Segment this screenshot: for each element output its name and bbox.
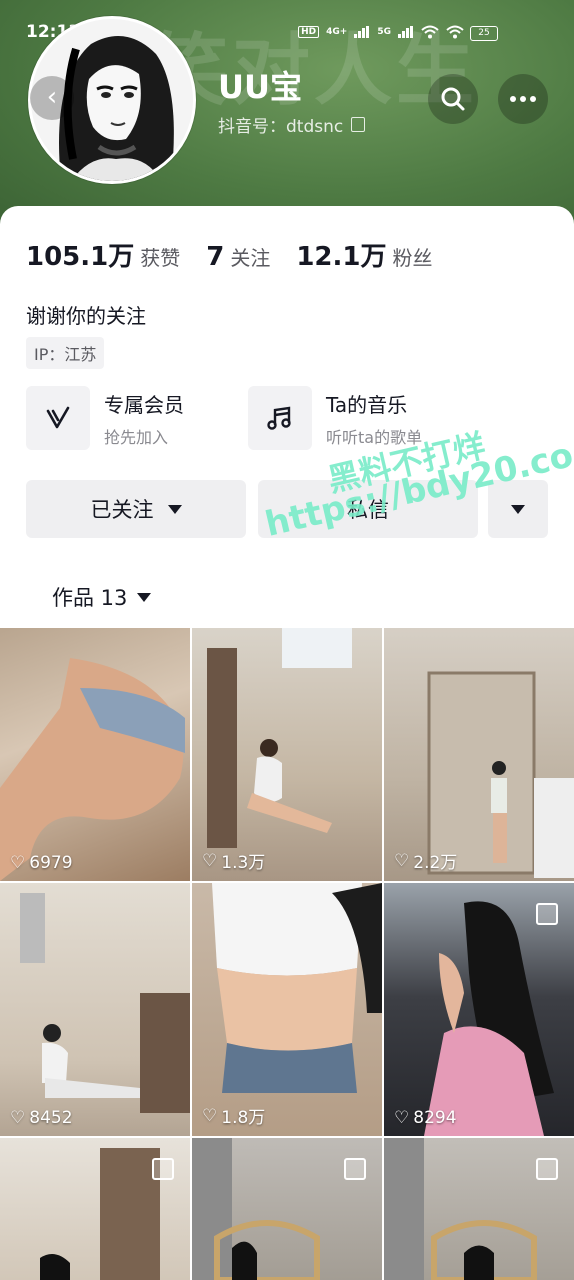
wifi-icon [421,25,439,39]
stats-row: 105.1万 获赞 7 关注 12.1万 粉丝 [26,236,459,273]
likes-badge: ♡ 6979 [10,853,73,873]
feature-subtitle: 听听ta的歌单 [326,427,423,447]
post-thumbnail [20,893,190,1113]
account-id: 抖音号：dtdsnc [218,117,344,137]
followed-button[interactable]: 已关注 [26,480,246,538]
tab-works[interactable]: 作品 13 [52,582,152,612]
heart-icon: ♡ [394,1108,410,1128]
wifi-icon [446,25,464,39]
message-button[interactable]: 私信 [258,480,478,538]
post-tile[interactable]: ♡ 2.2万 [384,628,574,881]
chevron-left-icon: ‹ [46,82,58,112]
post-tile[interactable]: ♡ 1.8万 [192,883,382,1136]
feature-subtitle: 抢先加入 [104,427,169,447]
multi-image-icon [536,903,558,925]
posts-grid: ♡ 6979 ♡ 1.3万 ♡ 2.2万 ♡ 8452 ♡ 1.8万 ♡ 8294 [0,628,574,1280]
music-note-icon [248,386,312,450]
more-button[interactable] [498,74,548,124]
heart-icon: ♡ [10,1108,26,1128]
signal-icon [354,26,370,38]
feature-title: 专属会员 [104,392,184,417]
likes-count: 2.2万 [413,853,458,873]
bio-text: 谢谢你的关注 [26,304,146,328]
copy-icon[interactable] [351,117,366,132]
likes-count: 8452 [29,1108,73,1128]
post-tile[interactable] [0,1138,190,1280]
followed-label: 已关注 [90,498,154,522]
search-icon [441,87,465,111]
likes-count: 6979 [29,853,73,873]
likes-count: 105.1万 [26,242,135,272]
post-tile[interactable] [384,1138,574,1280]
likes-badge: ♡ 8452 [10,1108,73,1128]
battery-icon: 25 [470,26,498,41]
post-tile[interactable]: ♡ 8452 [0,883,190,1136]
following-count[interactable]: 7 [206,242,224,272]
likes-badge: ♡ 1.8万 [202,1103,266,1129]
music-entry[interactable]: Ta的音乐 听听ta的歌单 [248,386,422,450]
multi-image-icon [536,1158,558,1180]
likes-count: 1.3万 [221,853,266,873]
likes-badge: ♡ 1.3万 [202,848,266,874]
likes-badge: ♡ 2.2万 [394,848,458,874]
multi-image-icon [152,1158,174,1180]
likes-label: 获赞 [140,246,181,270]
likes-count: 8294 [413,1108,457,1128]
vip-v-icon [26,386,90,450]
heart-icon: ♡ [394,850,410,871]
caret-down-icon [137,592,152,602]
caret-down-icon [167,504,182,514]
exclusive-membership-entry[interactable]: 专属会员 抢先加入 [26,386,184,450]
works-tab-label: 作品 13 [52,586,128,610]
account-id-row: 抖音号：dtdsnc [218,112,366,137]
status-icons: HD 4G+ 5G [298,25,464,39]
network-5g-label: 5G [377,27,391,37]
network-4g-label: 4G+ [326,27,348,37]
search-button[interactable] [428,74,478,124]
ip-location-tag: IP：江苏 [26,337,105,369]
post-thumbnail [0,658,185,881]
likes-badge: ♡ 8294 [394,1108,457,1128]
heart-icon: ♡ [202,1105,218,1126]
more-dots-icon [510,96,536,102]
post-tile[interactable]: ♡ 6979 [0,628,190,881]
post-thumbnail [212,883,382,1093]
profile-card: 105.1万 获赞 7 关注 12.1万 粉丝 谢谢你的关注 IP：江苏 专属会… [0,206,574,626]
message-label: 私信 [347,498,389,522]
back-button[interactable]: ‹ [30,76,74,120]
likes-count: 1.8万 [221,1108,266,1128]
more-actions-button[interactable] [488,480,548,538]
feature-title: Ta的音乐 [326,392,408,417]
multi-image-icon [344,1158,366,1180]
followers-label[interactable]: 粉丝 [393,242,433,271]
post-thumbnail [427,671,574,878]
post-tile[interactable] [192,1138,382,1280]
heart-icon: ♡ [202,850,218,871]
profile-header: 笑对人生 12:13 HD 4G+ 5G 25 ‹ UU宝 抖音号：dtdsnc [0,0,574,232]
signal-icon [398,26,413,38]
hd-badge: HD [298,26,320,38]
username: UU宝 [218,68,302,106]
caret-down-icon [511,504,525,514]
heart-icon: ♡ [10,853,26,873]
post-tile[interactable]: ♡ 8294 [384,883,574,1136]
followers-count[interactable]: 12.1万 [296,236,386,273]
following-label[interactable]: 关注 [230,242,270,271]
post-tile[interactable]: ♡ 1.3万 [192,628,382,881]
post-thumbnail [207,628,352,848]
